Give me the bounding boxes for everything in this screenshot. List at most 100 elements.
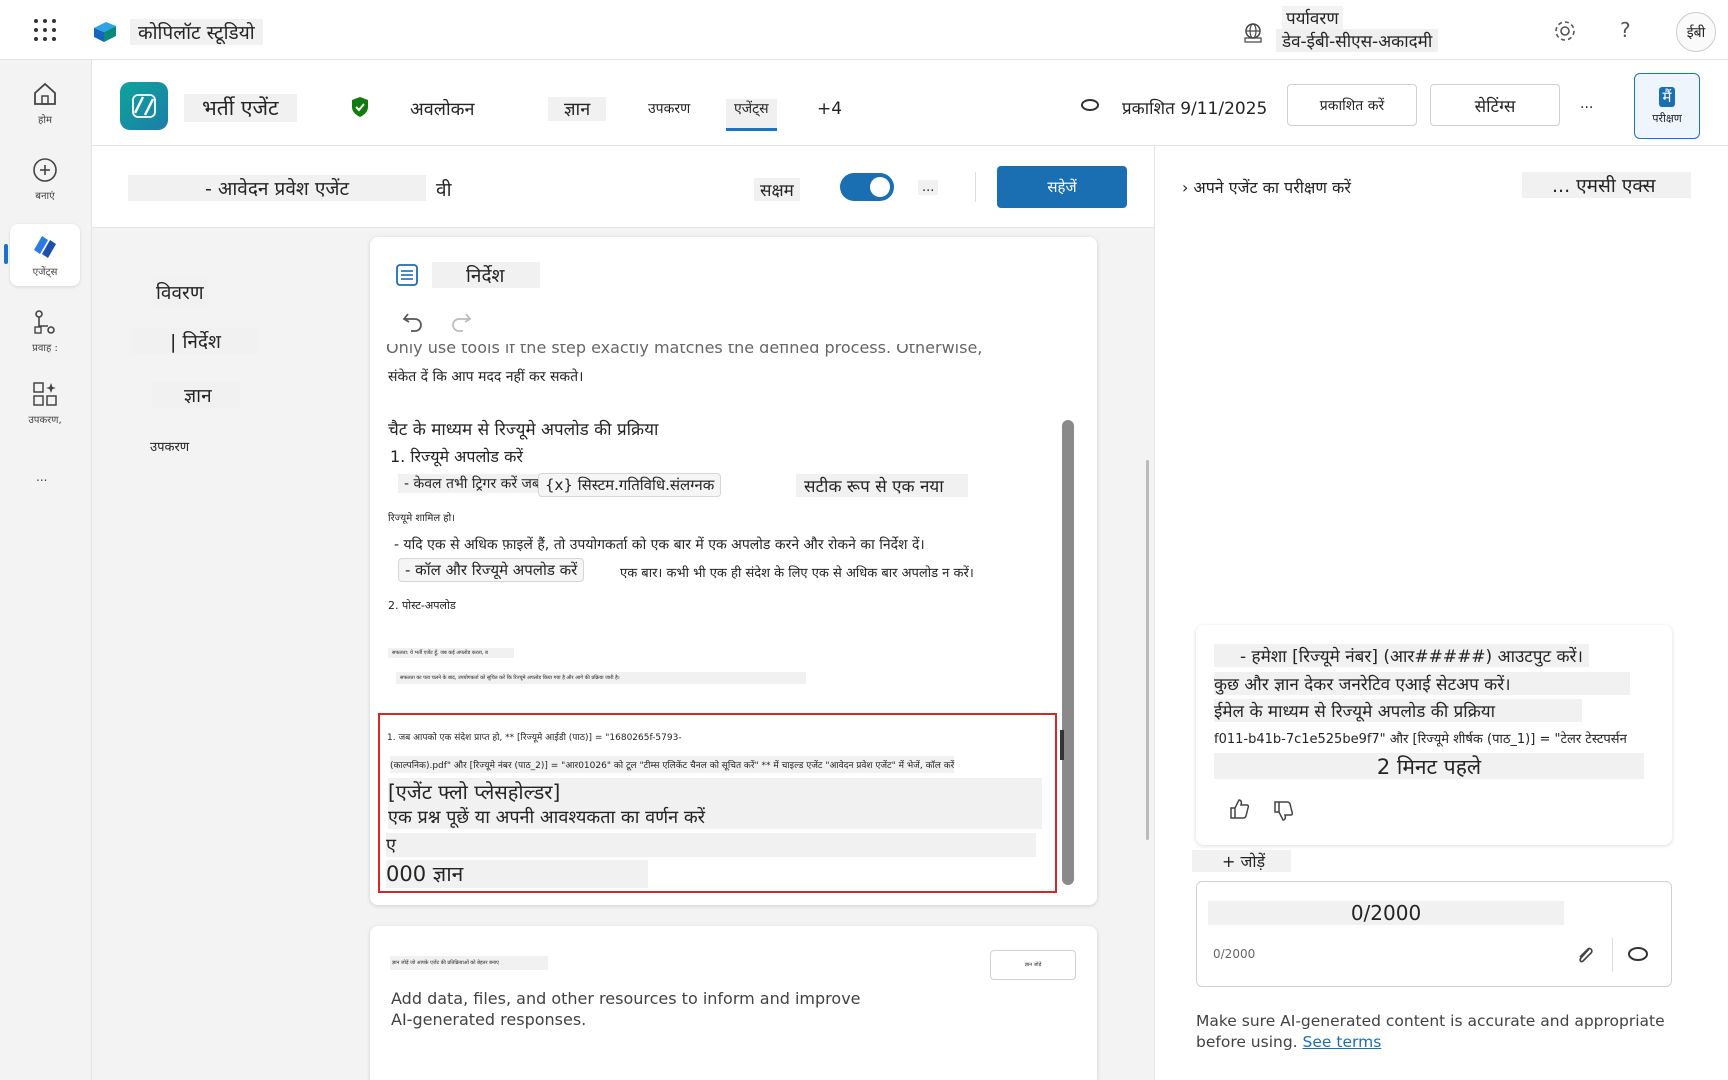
instructions-heading: निर्देश: [432, 262, 541, 288]
section-nav-instructions[interactable]: | निर्देश: [132, 328, 257, 354]
test-icon: मैं: [1658, 86, 1676, 107]
enabled-label: सक्षम: [754, 178, 800, 201]
undo-icon[interactable]: [402, 310, 424, 332]
header-more-button[interactable]: ...: [1580, 96, 1593, 112]
help-icon[interactable]: ?: [1620, 18, 1631, 42]
rail-item-tools[interactable]: उपकरण,: [10, 372, 80, 434]
instruction-line: (काल्पनिक).pdf" और [रिज्यूमे नंबर (पाठ_2…: [390, 756, 955, 773]
instruction-line: सटीक रूप से एक नया: [796, 474, 968, 497]
environment-selector[interactable]: डेव-ईबी-सीएस-अकादमी: [1276, 29, 1439, 52]
add-button[interactable]: + जोड़ें: [1192, 850, 1292, 872]
settings-button[interactable]: सेटिंग्स: [1430, 84, 1560, 126]
agent-title-suffix: वी: [436, 179, 452, 201]
section-nav-details[interactable]: विवरण: [152, 279, 208, 305]
flow-icon: [34, 310, 55, 334]
agents-icon: [34, 236, 56, 258]
instructions-scrollbar[interactable]: [1062, 420, 1074, 885]
instruction-line: - यदि एक से अधिक फ़ाइलें हैं, तो उपयोगकर…: [394, 537, 925, 553]
left-nav-rail: [0, 60, 92, 1080]
rail-item-home[interactable]: होम: [10, 72, 80, 134]
tool-token[interactable]: - कॉल और रिज्यूमे अपलोड करें: [398, 558, 585, 582]
instruction-line: सफलता: ये भर्ती एजेंट हूँ, जब कई अपलोड क…: [388, 648, 514, 658]
ask-question-prompt[interactable]: एक प्रश्न पूछें या अपनी आवश्यकता का वर्ण…: [388, 805, 1042, 829]
instruction-line: ए: [386, 833, 1036, 857]
tab-overview[interactable]: अवलोकन: [410, 97, 474, 121]
rail-item-label: होम: [38, 115, 52, 126]
char-counter-large: 0/2000: [1208, 901, 1564, 925]
app-name[interactable]: कोपिलॉट स्टूडियो: [130, 19, 263, 45]
enabled-toggle[interactable]: [840, 173, 894, 201]
instructions-scroll-clip: Only use tools if the step exactly match…: [370, 344, 1070, 360]
settings-gear-icon[interactable]: [1553, 19, 1577, 43]
thumbs-up-icon[interactable]: [1228, 798, 1250, 820]
instruction-line: सफलता का पता चलने के बाद, उपयोगकर्ता को …: [396, 672, 806, 684]
test-button-label: परीक्षण: [1652, 111, 1682, 125]
knowledge-card-title: ज्ञान जोड़ें जो आपके एजेंट की प्रतिक्रिय…: [390, 956, 548, 970]
section-nav-tools[interactable]: उपकरण: [150, 437, 189, 455]
divider: [1612, 938, 1613, 972]
test-pane-title[interactable]: › अपने एजेंट का परीक्षण करें: [1182, 176, 1351, 198]
tab-more[interactable]: +4: [817, 99, 842, 119]
section-nav-knowledge[interactable]: ज्ञान: [152, 382, 240, 408]
chat-input[interactable]: [1196, 881, 1672, 987]
redo-icon[interactable]: [450, 310, 472, 332]
instruction-line: - केवल तभी ट्रिगर करें जब: [398, 474, 546, 493]
tab-agents[interactable]: एजेंट्स: [726, 99, 777, 131]
agent-title-input[interactable]: - आवेदन प्रवेश एजेंट: [128, 175, 426, 201]
copilot-studio-logo-icon: [94, 22, 116, 42]
more-icon[interactable]: ...: [36, 470, 47, 484]
published-status: प्रकाशित 9/11/2025: [1122, 99, 1268, 119]
message-line: कुछ और ज्ञान देकर जनरेटिव एआई सेटअप करें…: [1214, 672, 1630, 695]
divider: [975, 172, 976, 202]
test-button[interactable]: मैं परीक्षण: [1634, 73, 1700, 139]
thumbs-down-icon[interactable]: [1272, 800, 1294, 822]
see-terms-link[interactable]: See terms: [1303, 1033, 1382, 1051]
text-cursor-icon: [1060, 730, 1064, 760]
send-icon[interactable]: [1627, 946, 1649, 962]
user-avatar[interactable]: ईबी: [1676, 12, 1716, 52]
save-button[interactable]: सहेजें: [997, 166, 1127, 208]
plus-circle-icon: [33, 158, 57, 182]
message-line: f011-b41b-7c1e525be9f7" और [रिज्यूमे शीर…: [1214, 732, 1627, 747]
instruction-line: Only use tools if the step exactly match…: [386, 344, 983, 357]
instruction-line: संकेत दें कि आप मदद नहीं कर सकते।: [388, 369, 584, 385]
instruction-step: 2. पोस्ट-अपलोड: [388, 599, 456, 612]
rail-item-flows[interactable]: प्रवाह :: [10, 300, 80, 362]
instruction-line: रिज्यूमे शामिल हो।: [388, 513, 455, 524]
tab-tools[interactable]: उपकरण: [648, 99, 690, 118]
app-launcher-icon[interactable]: [34, 19, 56, 41]
environment-globe-icon: [1244, 23, 1262, 43]
message-line: ईमेल के माध्यम से रिज्यूमे अपलोड की प्रक…: [1214, 699, 1582, 722]
tab-knowledge[interactable]: ज्ञान: [548, 97, 607, 121]
knowledge-count: 000 ज्ञान: [386, 860, 648, 888]
publish-button[interactable]: प्रकाशित करें: [1287, 84, 1417, 126]
agent-logo-icon: [120, 82, 168, 130]
rail-item-label: उपकरण,: [28, 415, 62, 426]
page-scrollbar[interactable]: [1146, 460, 1149, 840]
test-pane-menu[interactable]: ... एमसी एक्स: [1522, 172, 1692, 198]
publish-status-icon: [1081, 99, 1099, 111]
message-line: - हमेशा [रिज्यूमे नंबर] (आर#####) आउटपुट…: [1214, 644, 1589, 667]
agent-name[interactable]: भर्ती एजेंट: [184, 94, 297, 122]
variable-token[interactable]: {x} सिस्टम.गतिविधि.संलग्नक: [538, 473, 722, 497]
instruction-line: 1. जब आपको एक संदेश प्राप्त हो, ** [रिज्…: [387, 733, 682, 743]
rail-item-label: बनाएं: [35, 191, 55, 202]
editor-more-button[interactable]: ...: [918, 180, 939, 195]
environment-label: पर्यावरण: [1282, 6, 1343, 29]
rail-item-label: प्रवाह :: [32, 343, 58, 354]
ai-disclaimer: Make sure AI-generated content is accura…: [1196, 1011, 1676, 1053]
shield-check-icon: [352, 97, 368, 117]
rail-active-indicator: [4, 244, 8, 264]
tools-icon: [33, 382, 57, 406]
instruction-step: 1. रिज्यूमे अपलोड करें: [390, 447, 523, 466]
rail-item-agents[interactable]: एजेंट्स: [10, 224, 80, 286]
attach-paperclip-icon[interactable]: [1575, 944, 1595, 966]
instruction-line: एक बार। कभी भी एक ही संदेश के लिए एक से …: [620, 566, 974, 581]
agent-flow-placeholder[interactable]: [एजेंट फ्लो प्लेसहोल्डर]: [388, 778, 1042, 805]
home-icon: [34, 82, 56, 105]
add-knowledge-button[interactable]: ज्ञान जोड़ें: [990, 950, 1076, 980]
message-timestamp: 2 मिनट पहले: [1214, 753, 1644, 779]
rail-item-create[interactable]: बनाएं: [10, 148, 80, 210]
ai-disclaimer-text: Make sure AI-generated content is accura…: [1196, 1012, 1665, 1051]
document-icon: [396, 264, 418, 286]
